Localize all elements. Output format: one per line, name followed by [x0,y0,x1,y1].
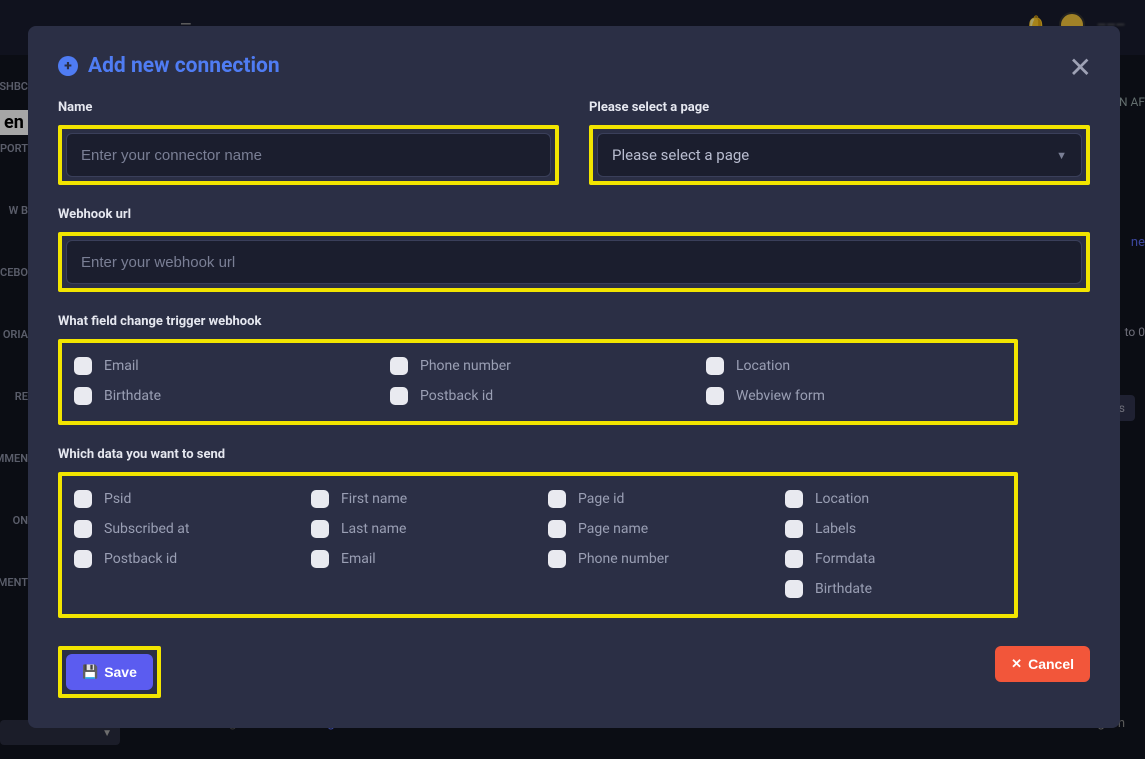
checkbox[interactable] [548,520,566,538]
checkbox-label: Postback id [420,388,493,404]
save-button-label: Save [104,664,137,680]
senddata-item: Last name [311,520,528,538]
checkbox-label: Email [341,551,376,567]
checkbox-label: Page name [578,521,648,537]
highlight-box [58,232,1090,292]
senddata-item: Postback id [74,550,291,568]
add-connection-modal: + Add new connection ✕ Name Please selec… [28,26,1120,728]
highlight-box: Psid First name Page id Location Subscri… [58,472,1018,618]
checkbox-label: Labels [815,521,856,537]
checkbox[interactable] [390,387,408,405]
page-label: Please select a page [589,100,1090,115]
senddata-item: Page id [548,490,765,508]
checkbox[interactable] [390,357,408,375]
checkbox-label: Birthdate [815,581,872,597]
senddata-item: Birthdate [785,580,1002,598]
trigger-item: Webview form [706,387,1002,405]
save-button[interactable]: 💾 Save [66,654,153,690]
name-label: Name [58,100,559,115]
webhook-input[interactable] [66,240,1082,284]
senddata-item: Subscribed at [74,520,291,538]
close-icon: ✕ [1011,656,1022,672]
page-select-value: Please select a page [612,146,749,164]
checkbox[interactable] [785,490,803,508]
checkbox-label: Phone number [578,551,669,567]
checkbox[interactable] [311,520,329,538]
trigger-item: Postback id [390,387,686,405]
page-select[interactable]: Please select a page ▼ [597,133,1082,177]
cancel-button-label: Cancel [1028,656,1074,672]
checkbox-label: Postback id [104,551,177,567]
senddata-item: Location [785,490,1002,508]
checkbox-label: Location [736,358,790,374]
name-input[interactable] [66,133,551,177]
senddata-item: Email [311,550,528,568]
checkbox-label: First name [341,491,407,507]
checkbox[interactable] [785,580,803,598]
senddata-item: First name [311,490,528,508]
checkbox-label: Phone number [420,358,511,374]
checkbox[interactable] [548,490,566,508]
trigger-item: Phone number [390,357,686,375]
checkbox-label: Location [815,491,869,507]
checkbox-label: Subscribed at [104,521,189,537]
checkbox-label: Email [104,358,139,374]
checkbox-label: Page id [578,491,624,507]
trigger-item: Email [74,357,370,375]
highlight-box: 💾 Save [58,646,161,698]
checkbox[interactable] [311,490,329,508]
triggers-grid: Email Phone number Location Birthdate Po… [66,347,1010,417]
checkbox[interactable] [74,520,92,538]
modal-title: + Add new connection [58,54,1090,78]
senddata-label: Which data you want to send [58,447,1090,462]
plus-circle-icon: + [58,56,78,76]
checkbox[interactable] [706,357,724,375]
checkbox-label: Formdata [815,551,875,567]
checkbox[interactable] [311,550,329,568]
close-icon[interactable]: ✕ [1069,54,1092,82]
senddata-item: Page name [548,520,765,538]
cancel-button[interactable]: ✕ Cancel [995,646,1090,682]
checkbox[interactable] [548,550,566,568]
checkbox[interactable] [74,387,92,405]
modal-title-text: Add new connection [88,54,280,78]
checkbox[interactable] [706,387,724,405]
checkbox[interactable] [74,550,92,568]
triggers-label: What field change trigger webhook [58,314,1090,329]
webhook-label: Webhook url [58,207,1090,222]
checkbox-label: Psid [104,491,131,507]
checkbox-label: Webview form [736,388,825,404]
checkbox-label: Birthdate [104,388,161,404]
senddata-item: Phone number [548,550,765,568]
trigger-item: Location [706,357,1002,375]
checkbox[interactable] [74,490,92,508]
senddata-item: Labels [785,520,1002,538]
checkbox[interactable] [785,550,803,568]
save-icon: 💾 [82,664,98,680]
trigger-item: Birthdate [74,387,370,405]
senddata-item: Formdata [785,550,1002,568]
checkbox[interactable] [74,357,92,375]
chevron-down-icon: ▼ [1056,149,1067,162]
highlight-box [58,125,559,185]
highlight-box: Email Phone number Location Birthdate Po… [58,339,1018,425]
modal-actions: 💾 Save ✕ Cancel [58,646,1090,698]
senddata-item: Psid [74,490,291,508]
checkbox-label: Last name [341,521,406,537]
highlight-box: Please select a page ▼ [589,125,1090,185]
senddata-grid: Psid First name Page id Location Subscri… [66,480,1010,610]
checkbox[interactable] [785,520,803,538]
